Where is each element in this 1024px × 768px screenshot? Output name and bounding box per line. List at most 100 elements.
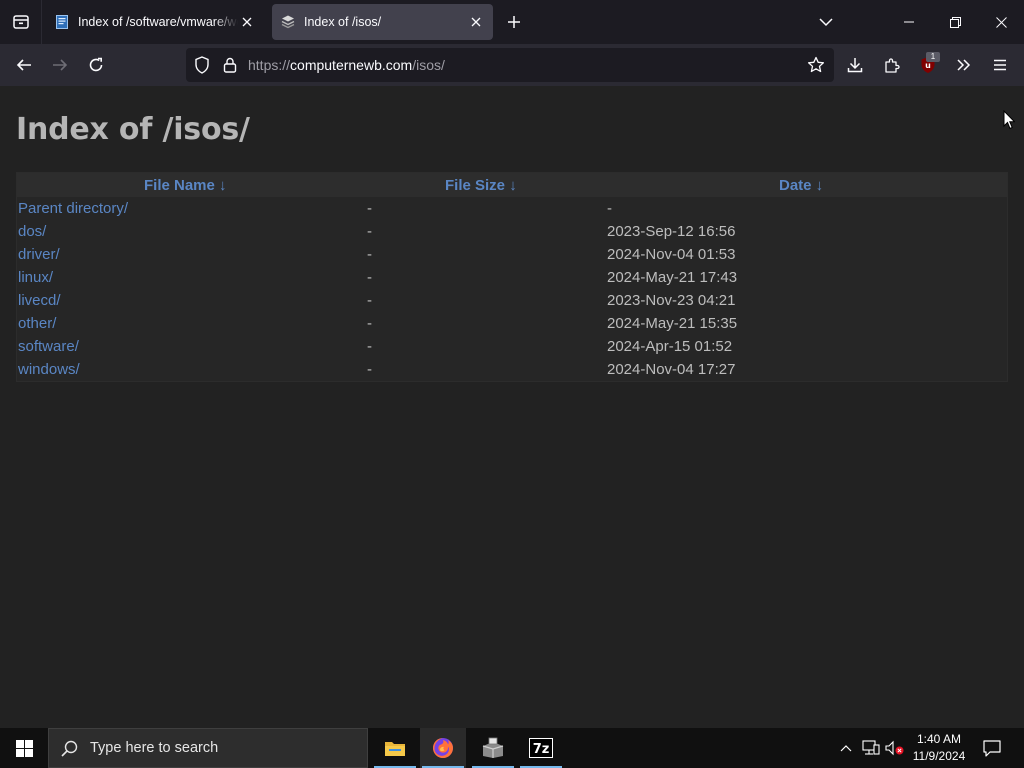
clock-time: 1:40 AM bbox=[916, 732, 962, 746]
taskbar-file-explorer[interactable] bbox=[372, 728, 418, 768]
arrow-left-icon bbox=[16, 59, 31, 71]
show-hidden-icons-button[interactable] bbox=[836, 728, 856, 768]
mouse-cursor-icon bbox=[1003, 110, 1015, 130]
file-date: 2023-Sep-12 16:56 bbox=[607, 223, 736, 240]
directory-link-driver[interactable]: driver/ bbox=[18, 246, 60, 263]
directory-link-software[interactable]: software/ bbox=[18, 338, 79, 355]
network-tray-button[interactable] bbox=[860, 728, 882, 768]
tab-isos[interactable]: Index of /isos/ bbox=[272, 4, 493, 40]
taskbar-installer[interactable] bbox=[470, 728, 516, 768]
notification-icon bbox=[983, 739, 1001, 757]
column-header-file-size[interactable]: File Size ↓ bbox=[445, 177, 517, 194]
reload-icon bbox=[89, 57, 103, 72]
file-date: 2023-Nov-23 04:21 bbox=[607, 292, 736, 309]
double-chevron-right-icon bbox=[957, 59, 971, 71]
file-date: 2024-Apr-15 01:52 bbox=[607, 338, 733, 355]
close-window-button[interactable] bbox=[978, 0, 1024, 44]
tab-title: Index of /software/vmware/wo bbox=[78, 15, 238, 29]
file-date: 2024-May-21 15:35 bbox=[607, 315, 738, 332]
puzzle-icon bbox=[885, 58, 900, 73]
action-center-button[interactable] bbox=[978, 728, 1006, 768]
restore-button[interactable] bbox=[932, 0, 978, 44]
search-placeholder: Type here to search bbox=[90, 740, 219, 756]
file-size: - bbox=[367, 269, 372, 286]
url-scheme: https:// bbox=[248, 57, 291, 73]
network-icon bbox=[862, 740, 880, 755]
file-size: - bbox=[367, 200, 372, 217]
reload-button[interactable] bbox=[80, 49, 112, 81]
back-button[interactable] bbox=[8, 49, 40, 81]
file-size: - bbox=[367, 292, 372, 309]
file-size: - bbox=[367, 315, 372, 332]
column-header-file-name[interactable]: File Name ↓ bbox=[144, 177, 227, 194]
close-tab-icon[interactable] bbox=[467, 13, 485, 31]
installer-icon bbox=[482, 737, 504, 758]
table-header: File Name ↓ File Size ↓ Date ↓ bbox=[17, 173, 1007, 197]
table-row: Parent directory/ - - bbox=[17, 197, 1007, 220]
table-row: driver/ - 2024-Nov-04 01:53 bbox=[17, 243, 1007, 266]
navigation-toolbar: https://computernewb.com/isos/ u bbox=[0, 44, 1024, 86]
firefox-view-button[interactable] bbox=[0, 0, 42, 44]
taskbar-clock[interactable]: 1:40 AM 11/9/2024 bbox=[904, 731, 974, 765]
url-bar[interactable]: https://computernewb.com/isos/ bbox=[186, 48, 834, 82]
app-menu-button[interactable] bbox=[984, 49, 1016, 81]
firefox-icon bbox=[433, 738, 453, 758]
file-date: - bbox=[607, 200, 612, 217]
restore-icon bbox=[949, 16, 961, 28]
table-row: livecd/ - 2023-Nov-23 04:21 bbox=[17, 289, 1007, 312]
directory-link-windows[interactable]: windows/ bbox=[18, 361, 80, 378]
table-row: other/ - 2024-May-21 15:35 bbox=[17, 312, 1007, 335]
lock-icon[interactable] bbox=[220, 55, 240, 75]
bookmark-star-icon[interactable] bbox=[806, 55, 826, 75]
shield-icon[interactable] bbox=[192, 55, 212, 75]
chevron-down-icon bbox=[819, 18, 833, 27]
windows-logo-icon bbox=[15, 739, 33, 757]
firefox-view-icon bbox=[12, 15, 29, 29]
taskbar-search-box[interactable]: Type here to search bbox=[48, 728, 368, 768]
svg-text:u: u bbox=[925, 61, 931, 70]
column-header-date[interactable]: Date ↓ bbox=[779, 177, 823, 194]
tab-software-vmware[interactable]: Index of /software/vmware/wo bbox=[46, 4, 264, 40]
downloads-button[interactable] bbox=[839, 49, 871, 81]
page-title: Index of /isos/ bbox=[16, 112, 250, 147]
url-host: computernewb.com bbox=[290, 57, 413, 73]
directory-link-livecd[interactable]: livecd/ bbox=[18, 292, 61, 309]
file-size: - bbox=[367, 246, 372, 263]
directory-link-linux[interactable]: linux/ bbox=[18, 269, 53, 286]
new-tab-button[interactable] bbox=[502, 10, 526, 34]
tab-strip: Index of /software/vmware/wo Index of /i… bbox=[0, 0, 1024, 44]
download-icon bbox=[847, 58, 863, 73]
url-path: /isos/ bbox=[412, 57, 445, 73]
volume-tray-button[interactable] bbox=[884, 728, 906, 768]
close-tab-icon[interactable] bbox=[238, 13, 256, 31]
extensions-button[interactable] bbox=[876, 49, 908, 81]
extension-badge: 1 bbox=[926, 52, 940, 62]
taskbar-firefox[interactable] bbox=[420, 728, 466, 768]
file-size: - bbox=[367, 361, 372, 378]
file-date: 2024-Nov-04 01:53 bbox=[607, 246, 736, 263]
table-row: dos/ - 2023-Sep-12 16:56 bbox=[17, 220, 1007, 243]
forward-button[interactable] bbox=[44, 49, 76, 81]
layers-favicon-icon bbox=[281, 15, 295, 29]
arrow-right-icon bbox=[53, 59, 68, 71]
file-size: - bbox=[367, 338, 372, 355]
tab-title: Index of /isos/ bbox=[304, 15, 382, 29]
file-date: 2024-May-21 17:43 bbox=[607, 269, 738, 286]
7zip-icon: 7z bbox=[529, 738, 553, 758]
file-listing-table: File Name ↓ File Size ↓ Date ↓ Parent di… bbox=[16, 172, 1008, 382]
url-text[interactable]: https://computernewb.com/isos/ bbox=[248, 57, 445, 73]
minimize-button[interactable] bbox=[886, 0, 932, 44]
file-size: - bbox=[367, 223, 372, 240]
search-icon bbox=[61, 740, 78, 757]
start-button[interactable] bbox=[0, 728, 48, 768]
list-all-tabs-button[interactable] bbox=[814, 10, 838, 34]
directory-link-other[interactable]: other/ bbox=[18, 315, 56, 332]
close-icon bbox=[995, 16, 1007, 28]
overflow-menu-button[interactable] bbox=[948, 49, 980, 81]
hamburger-menu-icon bbox=[994, 59, 1006, 71]
taskbar-7zip[interactable]: 7z bbox=[518, 728, 564, 768]
table-row: windows/ - 2024-Nov-04 17:27 bbox=[17, 358, 1007, 381]
directory-link-dos[interactable]: dos/ bbox=[18, 223, 46, 240]
directory-link-parent[interactable]: Parent directory/ bbox=[18, 200, 128, 217]
file-explorer-icon bbox=[385, 742, 405, 756]
